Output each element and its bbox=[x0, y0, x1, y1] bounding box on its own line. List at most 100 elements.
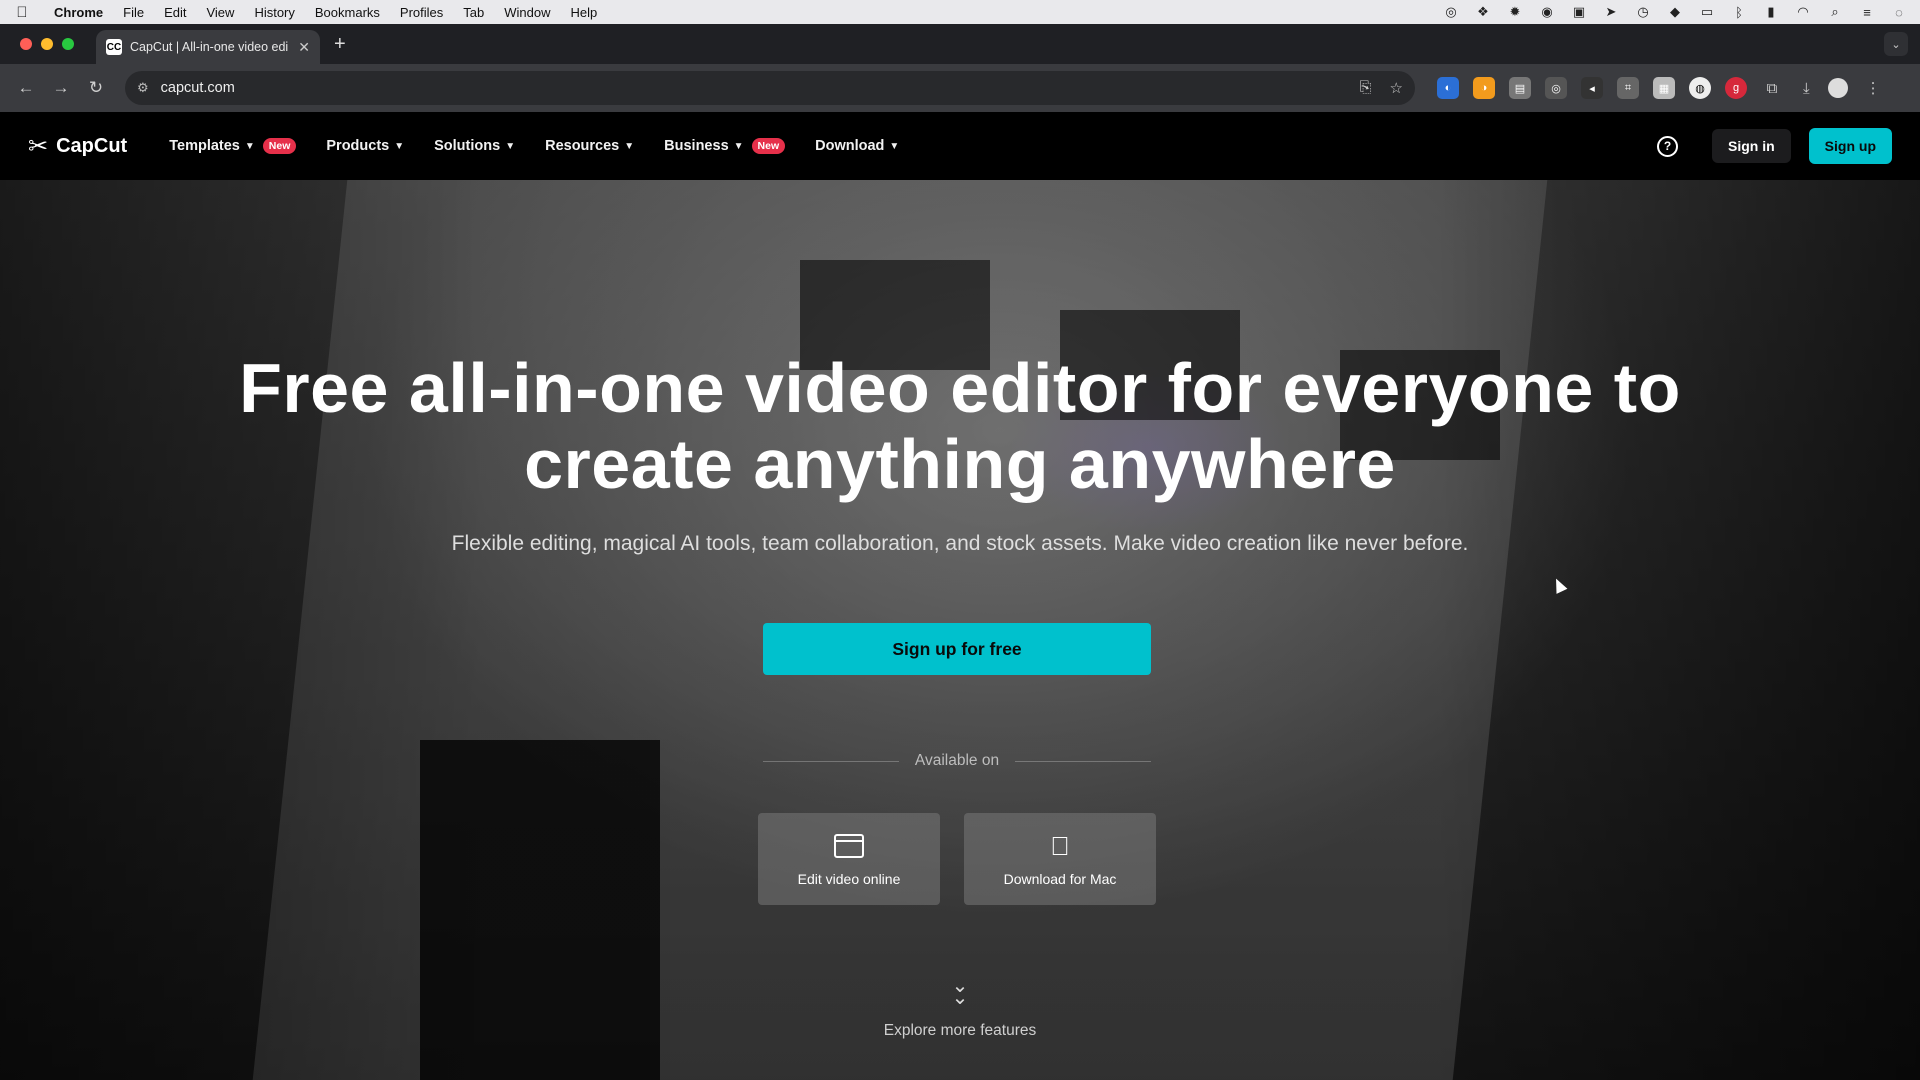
chevron-down-icon: ▼ bbox=[889, 140, 900, 152]
tab-search-chevron-icon[interactable]: ⌄ bbox=[1884, 32, 1908, 56]
macos-menu-bar:  Chrome File Edit View History Bookmark… bbox=[0, 0, 1920, 24]
nav-download[interactable]: Download ▼ bbox=[815, 138, 899, 154]
hero-subtitle: Flexible editing, magical AI tools, team… bbox=[451, 532, 1469, 555]
extension-1-icon[interactable]: ◐ bbox=[1437, 77, 1459, 99]
chrome-menu-icon[interactable]: ⋮ bbox=[1866, 79, 1881, 97]
menu-help[interactable]: Help bbox=[561, 5, 608, 20]
close-tab-icon[interactable]: ✕ bbox=[298, 39, 310, 56]
divider-line bbox=[1015, 760, 1152, 762]
forward-arrow-icon[interactable]: → bbox=[47, 78, 75, 98]
browser-tab-active[interactable]: CC CapCut | All-in-one video edi ✕ bbox=[96, 30, 320, 64]
new-tab-icon[interactable]: + bbox=[334, 33, 346, 56]
edit-video-online-button[interactable]: Edit video online bbox=[758, 813, 940, 905]
address-bar[interactable]: ⚙ capcut.com ⎘ ☆ bbox=[125, 71, 1415, 105]
extension-8-icon[interactable]: ◍ bbox=[1689, 77, 1711, 99]
hero-section: Free all-in-one video editor for everyon… bbox=[0, 180, 1920, 1080]
sign-up-free-button[interactable]: Sign up for free bbox=[763, 623, 1151, 675]
sign-up-button[interactable]: Sign up bbox=[1808, 128, 1892, 164]
nav-resources[interactable]: Resources ▼ bbox=[545, 138, 634, 154]
tab-title: CapCut | All-in-one video edi bbox=[130, 40, 289, 54]
pointer-status-icon[interactable]: ➤ bbox=[1602, 4, 1620, 20]
extension-4-icon[interactable]: ◎ bbox=[1545, 77, 1567, 99]
site-header: ✂ CapCut Templates ▼ New Products ▼ Soluti… bbox=[0, 112, 1920, 180]
download-for-mac-label: Download for Mac bbox=[1003, 871, 1117, 887]
spotlight-search-icon[interactable]: ⌕ bbox=[1826, 4, 1844, 20]
battery-icon[interactable]: ▮ bbox=[1762, 4, 1780, 20]
menu-app-chrome[interactable]: Chrome bbox=[44, 5, 113, 20]
screen-mirror-icon[interactable]: ▭ bbox=[1698, 4, 1716, 20]
nav-products[interactable]: Products ▼ bbox=[326, 138, 404, 154]
menu-edit[interactable]: Edit bbox=[154, 5, 196, 20]
chevron-down-icon: ▼ bbox=[244, 140, 255, 152]
extension-9-icon[interactable]: g bbox=[1725, 77, 1747, 99]
install-app-icon[interactable]: ⎘ bbox=[1360, 79, 1372, 97]
bluetooth-icon[interactable]: ᛒ bbox=[1730, 5, 1748, 20]
menu-window[interactable]: Window bbox=[494, 5, 560, 20]
nav-business[interactable]: Business ▼ New bbox=[664, 138, 786, 154]
brightness-icon[interactable]: ✹ bbox=[1506, 4, 1524, 20]
help-icon[interactable]: ? bbox=[1657, 135, 1678, 157]
nav-business-label: Business bbox=[664, 138, 729, 154]
downloads-icon[interactable]: ⤓ bbox=[1803, 80, 1810, 97]
menu-profiles[interactable]: Profiles bbox=[390, 5, 453, 20]
nav-solutions-label: Solutions bbox=[434, 138, 501, 154]
menu-history[interactable]: History bbox=[244, 5, 304, 20]
extension-3-icon[interactable]: ▤ bbox=[1509, 77, 1531, 99]
extension-2-icon[interactable]: ◑ bbox=[1473, 77, 1495, 99]
browser-toolbar: ← → ↻ ⚙ capcut.com ⎘ ☆ ◐ ◑ ▤ ◎ ◂ ⌗ ▦ ◍ g… bbox=[0, 64, 1920, 112]
extension-5-icon[interactable]: ◂ bbox=[1581, 77, 1603, 99]
available-on-label: Available on bbox=[914, 752, 1000, 769]
dropbox-icon[interactable]: ❖ bbox=[1474, 4, 1492, 20]
edit-video-online-label: Edit video online bbox=[797, 871, 901, 887]
site-settings-icon[interactable]: ⚙ bbox=[137, 80, 149, 96]
chevron-down-icon: ▼ bbox=[505, 140, 516, 152]
sign-in-button[interactable]: Sign in bbox=[1712, 129, 1791, 163]
reload-icon[interactable]: ↻ bbox=[82, 78, 110, 98]
headline-line-2: create anything anywhere bbox=[524, 425, 1396, 503]
capcut-logo[interactable]: ✂ CapCut bbox=[28, 132, 127, 161]
available-on-divider: Available on bbox=[763, 752, 1152, 770]
nav-solutions[interactable]: Solutions ▼ bbox=[434, 138, 515, 154]
menu-bookmarks[interactable]: Bookmarks bbox=[305, 5, 390, 20]
profile-avatar[interactable] bbox=[1827, 78, 1848, 98]
chevron-down-icon: ▼ bbox=[394, 140, 405, 152]
notification-icon[interactable]: ◆ bbox=[1666, 4, 1684, 20]
fullscreen-window-icon[interactable] bbox=[62, 38, 74, 50]
browser-tab-strip: CC CapCut | All-in-one video edi ✕ + ⌄ bbox=[0, 24, 1920, 64]
nav-download-label: Download bbox=[815, 138, 885, 154]
menu-view[interactable]: View bbox=[196, 5, 244, 20]
browser-window-icon bbox=[834, 831, 864, 861]
double-chevron-down-icon[interactable]: ⌄ ⌄ bbox=[0, 976, 1920, 1008]
siri-icon[interactable]: ◌ bbox=[1890, 5, 1908, 20]
chevron-down-icon: ▼ bbox=[624, 140, 635, 152]
chevron-down-icon: ▼ bbox=[733, 140, 744, 152]
creative-cloud-icon[interactable]: ◎ bbox=[1442, 4, 1460, 20]
address-url[interactable]: capcut.com bbox=[161, 80, 235, 96]
extension-6-icon[interactable]: ⌗ bbox=[1617, 77, 1639, 99]
extensions-bar: ◐ ◑ ▤ ◎ ◂ ⌗ ▦ ◍ g ⧉ bbox=[1437, 77, 1783, 99]
new-badge: New bbox=[751, 138, 786, 154]
menu-tab[interactable]: Tab bbox=[453, 5, 494, 20]
explore-more-features-link[interactable]: Explore more features bbox=[0, 1022, 1920, 1040]
download-for-mac-button[interactable]:  Download for Mac bbox=[964, 813, 1156, 905]
apple-menu-icon[interactable]:  bbox=[0, 4, 44, 21]
headline-line-1: Free all-in-one video editor for everyon… bbox=[239, 349, 1681, 427]
new-badge: New bbox=[262, 138, 297, 154]
back-arrow-icon[interactable]: ← bbox=[12, 78, 40, 98]
close-window-icon[interactable] bbox=[20, 38, 32, 50]
clock-icon[interactable]: ◷ bbox=[1634, 4, 1652, 20]
capcut-logo-icon: ✂ bbox=[28, 132, 49, 160]
app-status-icon[interactable]: ▣ bbox=[1570, 4, 1588, 20]
menu-file[interactable]: File bbox=[113, 5, 154, 20]
nav-templates-label: Templates bbox=[169, 138, 240, 154]
extensions-puzzle-icon[interactable]: ⧉ bbox=[1761, 77, 1783, 99]
extension-7-icon[interactable]: ▦ bbox=[1653, 77, 1675, 99]
nav-templates[interactable]: Templates ▼ New bbox=[169, 138, 297, 154]
grammarly-icon[interactable]: ◉ bbox=[1538, 4, 1556, 20]
nav-resources-label: Resources bbox=[545, 138, 620, 154]
status-icons: ◎ ❖ ✹ ◉ ▣ ➤ ◷ ◆ ▭ ᛒ ▮ ◠ ⌕ ≡ ◌ bbox=[1442, 4, 1920, 20]
bookmark-star-icon[interactable]: ☆ bbox=[1390, 79, 1403, 97]
minimize-window-icon[interactable] bbox=[41, 38, 53, 50]
control-center-icon[interactable]: ≡ bbox=[1858, 5, 1876, 20]
wifi-icon[interactable]: ◠ bbox=[1794, 4, 1812, 20]
